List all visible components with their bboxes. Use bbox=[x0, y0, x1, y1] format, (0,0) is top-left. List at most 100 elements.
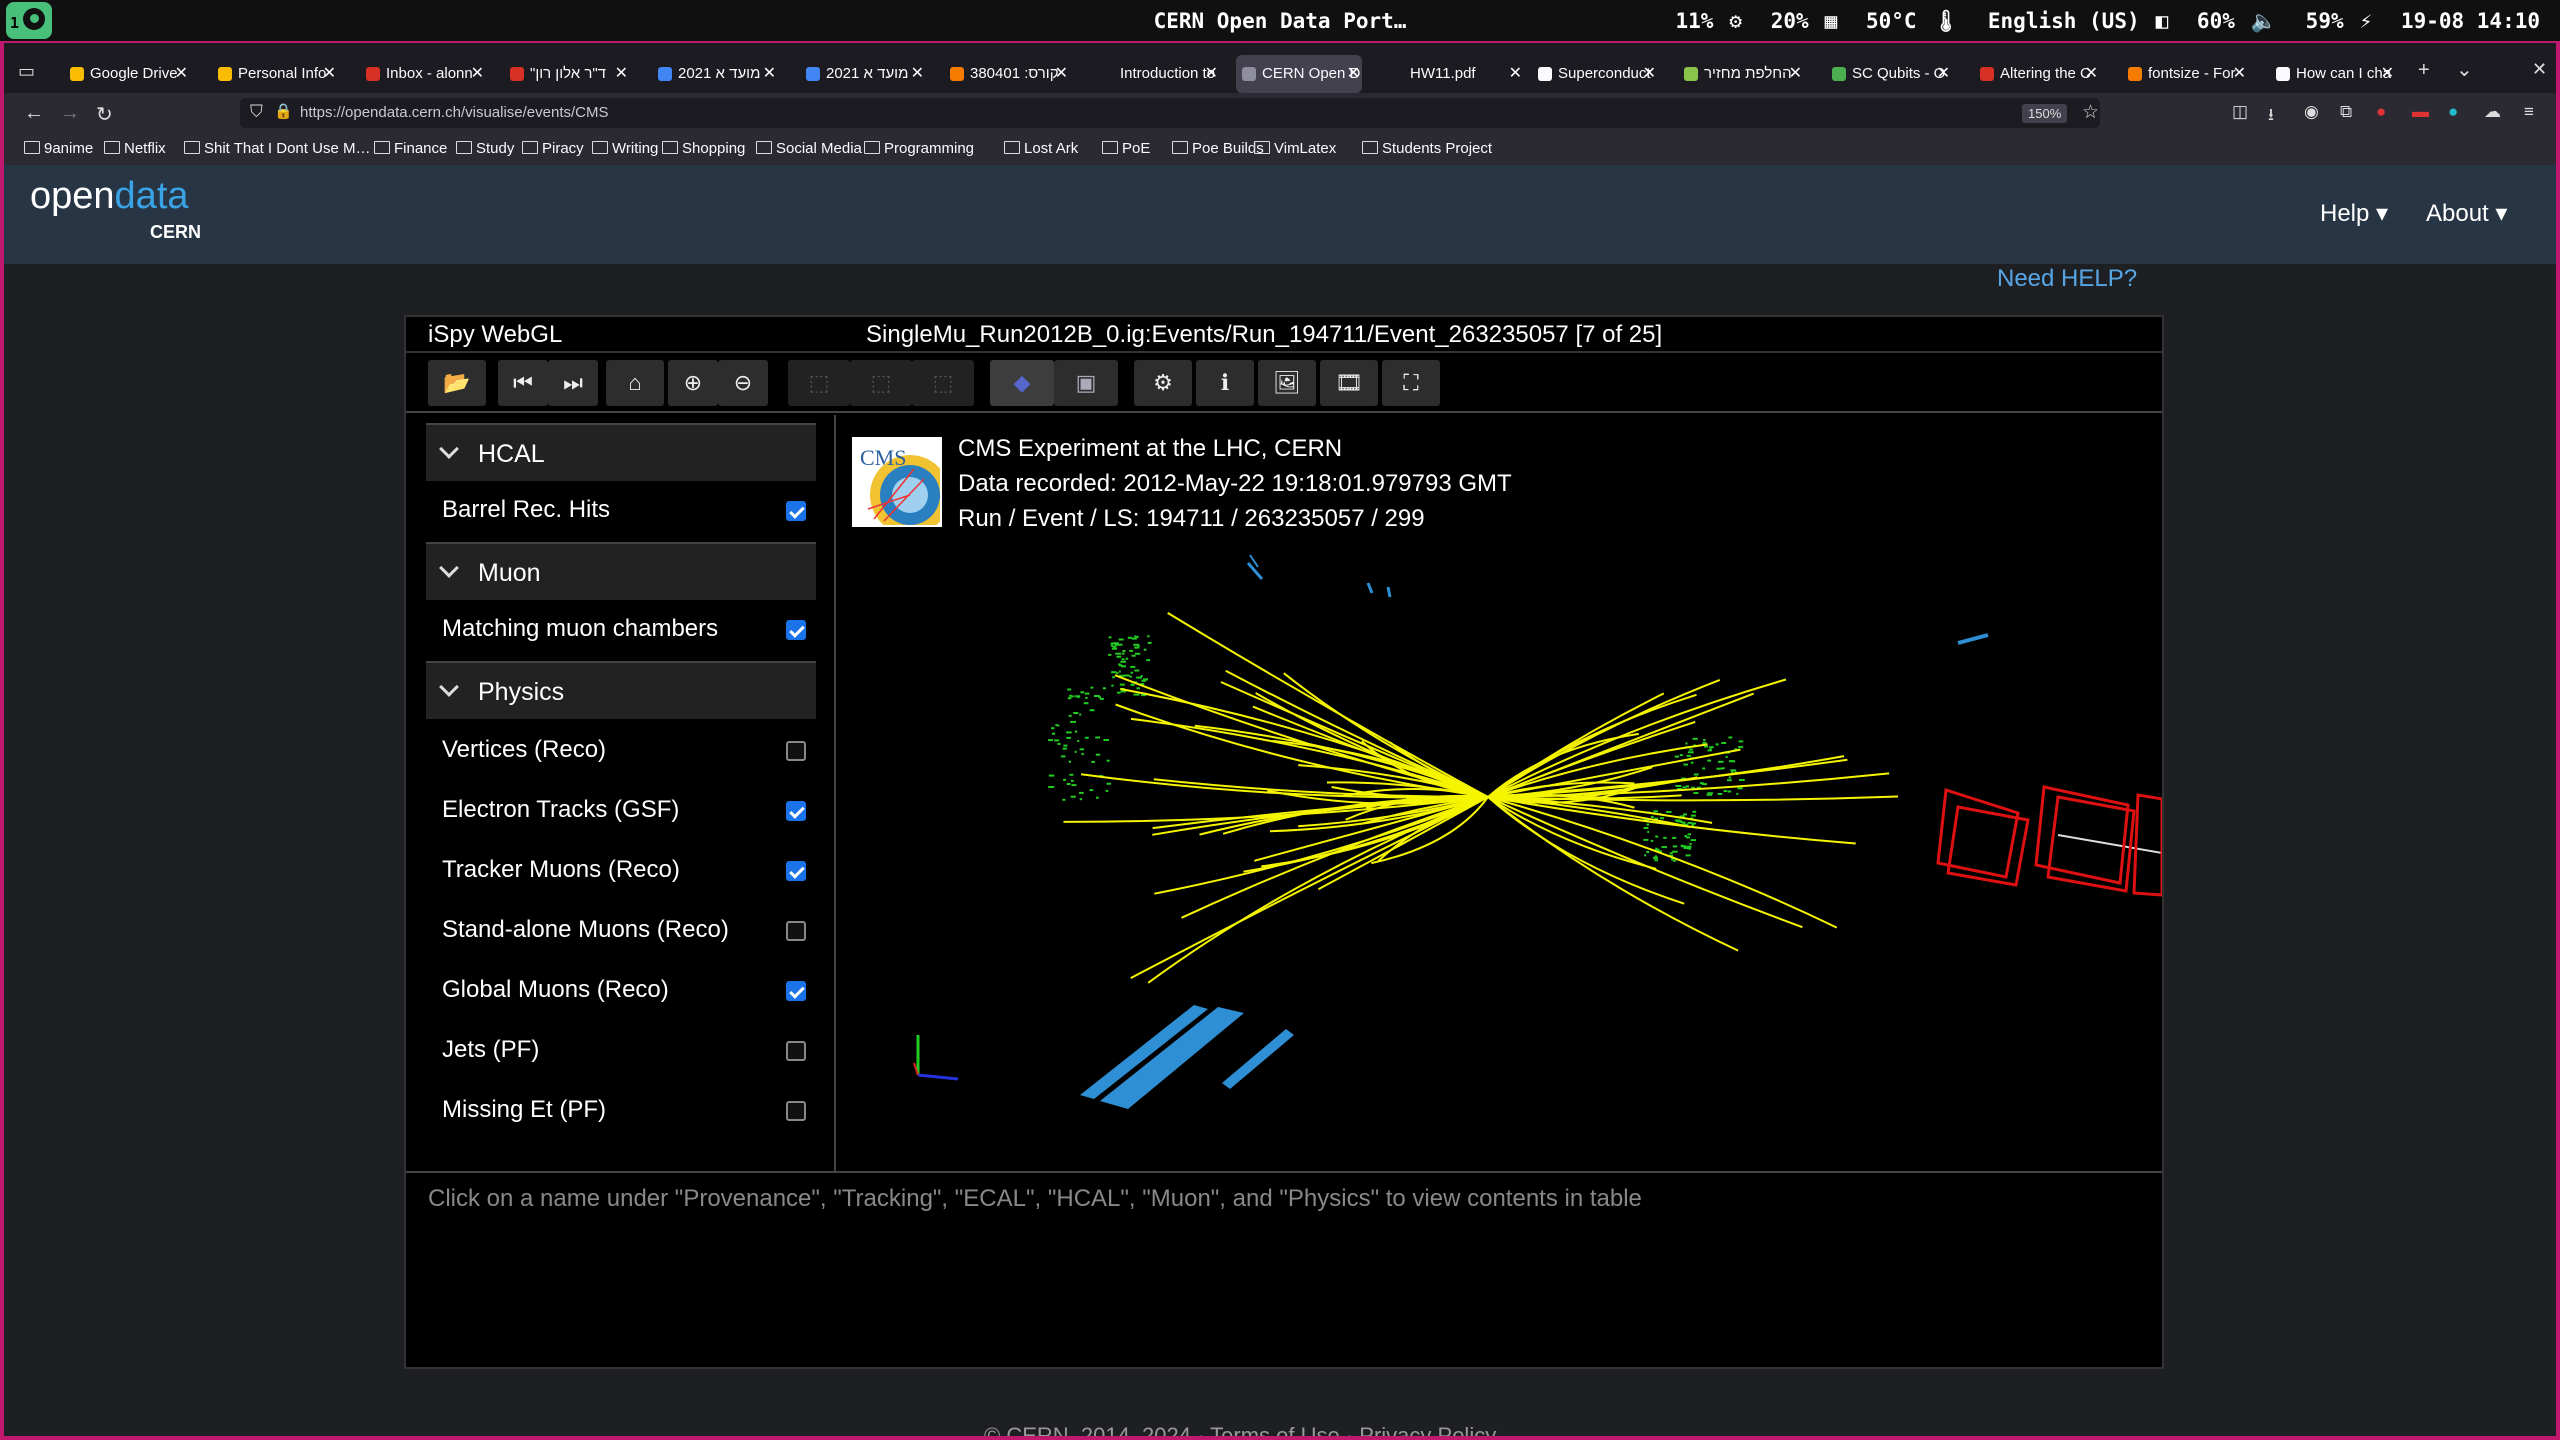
help-menu[interactable]: Help ▾ bbox=[2320, 199, 2388, 228]
extension-icon[interactable]: ☁ bbox=[2484, 102, 2501, 122]
forward-arrow-icon[interactable]: → bbox=[60, 102, 80, 125]
close-tab-icon[interactable]: ✕ bbox=[2381, 55, 2394, 93]
section-hcal[interactable]: HCAL bbox=[426, 423, 816, 481]
close-tab-icon[interactable]: ✕ bbox=[323, 55, 336, 93]
checkbox-physics-0[interactable] bbox=[786, 741, 806, 761]
downloads-icon[interactable]: ⭳ bbox=[2268, 102, 2274, 131]
new-tab-button[interactable]: + bbox=[2418, 59, 2430, 82]
bookmark-star-icon[interactable]: ☆ bbox=[2082, 101, 2099, 124]
url-text[interactable]: https://opendata.cern.ch/visualise/event… bbox=[300, 104, 609, 121]
tab-12[interactable]: החלפת מחזיר ✕ bbox=[1678, 55, 1804, 93]
tab-8[interactable]: Introduction to P ✕ bbox=[1094, 55, 1220, 93]
tab-1[interactable]: Google Drive ✕ bbox=[64, 55, 190, 93]
shield-icon[interactable]: ⛉ bbox=[250, 102, 263, 122]
bookmark-item[interactable]: Writing bbox=[592, 140, 658, 157]
close-tab-icon[interactable]: ✕ bbox=[911, 55, 924, 93]
close-tab-icon[interactable]: ✕ bbox=[175, 55, 188, 93]
close-tab-icon[interactable]: ✕ bbox=[1937, 55, 1950, 93]
extension-teal-icon[interactable]: ● bbox=[2448, 102, 2458, 122]
volume[interactable]: 59% bbox=[2306, 9, 2344, 33]
close-tab-icon[interactable]: ✕ bbox=[1205, 55, 1218, 93]
bookmark-item[interactable]: Social Media bbox=[756, 140, 862, 157]
close-tab-icon[interactable]: ✕ bbox=[471, 55, 484, 93]
close-tab-icon[interactable]: ✕ bbox=[1643, 55, 1656, 93]
perspective-view-button[interactable]: ◆ bbox=[990, 360, 1054, 406]
extensions-icon[interactable]: ⧉ bbox=[2340, 102, 2352, 122]
bookmark-item[interactable]: Piracy bbox=[522, 140, 584, 157]
close-tab-icon[interactable]: ✕ bbox=[1347, 55, 1360, 93]
close-tab-icon[interactable]: ✕ bbox=[763, 55, 776, 93]
info-button[interactable]: ℹ bbox=[1196, 360, 1254, 406]
tab-overview-icon[interactable]: ▭ bbox=[18, 61, 35, 82]
checkbox-matching-muon-chambers[interactable] bbox=[786, 620, 806, 640]
lock-icon[interactable]: 🔒 bbox=[274, 102, 293, 120]
pocket-icon[interactable]: ◫ bbox=[2232, 102, 2248, 122]
tab-14[interactable]: Altering the C ✕ bbox=[1974, 55, 2100, 93]
reload-icon[interactable]: ↻ bbox=[96, 102, 113, 127]
bookmark-item[interactable]: Shit That I Dont Use M… bbox=[184, 140, 370, 157]
screenshot-button[interactable]: 🖼 bbox=[1258, 360, 1316, 406]
close-tab-icon[interactable]: ✕ bbox=[2085, 55, 2098, 93]
checkbox-physics-4[interactable] bbox=[786, 981, 806, 1001]
tab-11[interactable]: Superconduct ✕ bbox=[1532, 55, 1658, 93]
settings-gear-button[interactable]: ⚙ bbox=[1134, 360, 1192, 406]
tab-9[interactable]: CERN Open D ✕ bbox=[1236, 55, 1362, 93]
tab-3[interactable]: Inbox - alonn ✕ bbox=[360, 55, 486, 93]
tab-10[interactable]: HW11.pdf ✕ bbox=[1384, 55, 1524, 93]
previous-event-button[interactable]: ⏮ bbox=[498, 360, 548, 406]
checkbox-physics-1[interactable] bbox=[786, 801, 806, 821]
bookmark-item[interactable]: Shopping bbox=[662, 140, 745, 157]
bookmark-item[interactable]: Finance bbox=[374, 140, 447, 157]
need-help-link[interactable]: Need HELP? bbox=[1997, 265, 2137, 293]
bookmark-item[interactable]: 9anime bbox=[24, 140, 93, 157]
bookmark-item[interactable]: Students Project bbox=[1362, 140, 1492, 157]
tab-16[interactable]: How can I cha ✕ bbox=[2270, 55, 2396, 93]
close-tab-icon[interactable]: ✕ bbox=[1509, 55, 1522, 93]
view-xz-button[interactable]: ⬚ bbox=[788, 360, 850, 406]
section-muon[interactable]: Muon bbox=[426, 542, 816, 600]
checkbox-physics-2[interactable] bbox=[786, 861, 806, 881]
event-display[interactable]: CMS CMS Experiment at the LHC, CERN Data… bbox=[838, 415, 2162, 1171]
close-tab-icon[interactable]: ✕ bbox=[1055, 55, 1068, 93]
close-tab-icon[interactable]: ✕ bbox=[615, 55, 628, 93]
opendata-logo[interactable]: opendata bbox=[30, 175, 189, 218]
url-bar[interactable]: ⛉ 🔒 https://opendata.cern.ch/visualise/e… bbox=[240, 98, 2100, 128]
bookmark-item[interactable]: Lost Ark bbox=[1004, 140, 1078, 157]
tab-6[interactable]: מועד א 2021 ✕ bbox=[800, 55, 926, 93]
keyboard-layout[interactable]: English (US) bbox=[1988, 9, 2140, 33]
view-xy-button[interactable]: ⬚ bbox=[912, 360, 974, 406]
bookmark-item[interactable]: Programming bbox=[864, 140, 974, 157]
checkbox-physics-3[interactable] bbox=[786, 921, 806, 941]
checkbox-physics-6[interactable] bbox=[786, 1101, 806, 1121]
next-event-button[interactable]: ⏭ bbox=[548, 360, 598, 406]
close-tab-icon[interactable]: ✕ bbox=[1789, 55, 1802, 93]
bookmark-item[interactable]: PoE bbox=[1102, 140, 1150, 157]
tab-7[interactable]: קורס: 380401 ✕ bbox=[944, 55, 1070, 93]
brightness[interactable]: 60% bbox=[2197, 9, 2235, 33]
tab-13[interactable]: SC Qubits - O ✕ bbox=[1826, 55, 1952, 93]
extension-red-icon[interactable]: ▬ bbox=[2412, 102, 2429, 122]
animation-film-button[interactable]: 🎞 bbox=[1320, 360, 1378, 406]
checkbox-barrel-rec-hits[interactable] bbox=[786, 501, 806, 521]
bookmark-item[interactable]: Study bbox=[456, 140, 514, 157]
binoculars-button[interactable]: ⛶ bbox=[1382, 360, 1440, 406]
about-menu[interactable]: About ▾ bbox=[2426, 199, 2507, 228]
view-yz-button[interactable]: ⬚ bbox=[850, 360, 912, 406]
close-window-icon[interactable]: ✕ bbox=[2532, 59, 2547, 80]
tab-5[interactable]: מועד א 2021 ✕ bbox=[652, 55, 778, 93]
back-arrow-icon[interactable]: ← bbox=[24, 102, 44, 125]
bookmark-item[interactable]: Netflix bbox=[104, 140, 166, 157]
tab-2[interactable]: Personal Info ✕ bbox=[212, 55, 338, 93]
ublock-icon[interactable]: ● bbox=[2376, 102, 2386, 122]
orthographic-view-button[interactable]: ▣ bbox=[1054, 360, 1118, 406]
checkbox-physics-5[interactable] bbox=[786, 1041, 806, 1061]
bookmark-item[interactable]: Poe Builds bbox=[1172, 140, 1264, 157]
close-tab-icon[interactable]: ✕ bbox=[2233, 55, 2246, 93]
open-file-button[interactable]: 📂 bbox=[428, 360, 486, 406]
section-physics[interactable]: Physics bbox=[426, 661, 816, 719]
zoom-in-button[interactable]: ⊕ bbox=[668, 360, 718, 406]
tab-15[interactable]: fontsize - For ✕ bbox=[2122, 55, 2248, 93]
bookmark-item[interactable]: VimLatex bbox=[1254, 140, 1336, 157]
zoom-level[interactable]: 150% bbox=[2022, 104, 2068, 123]
tab-list-icon[interactable]: ⌄ bbox=[2456, 57, 2473, 82]
